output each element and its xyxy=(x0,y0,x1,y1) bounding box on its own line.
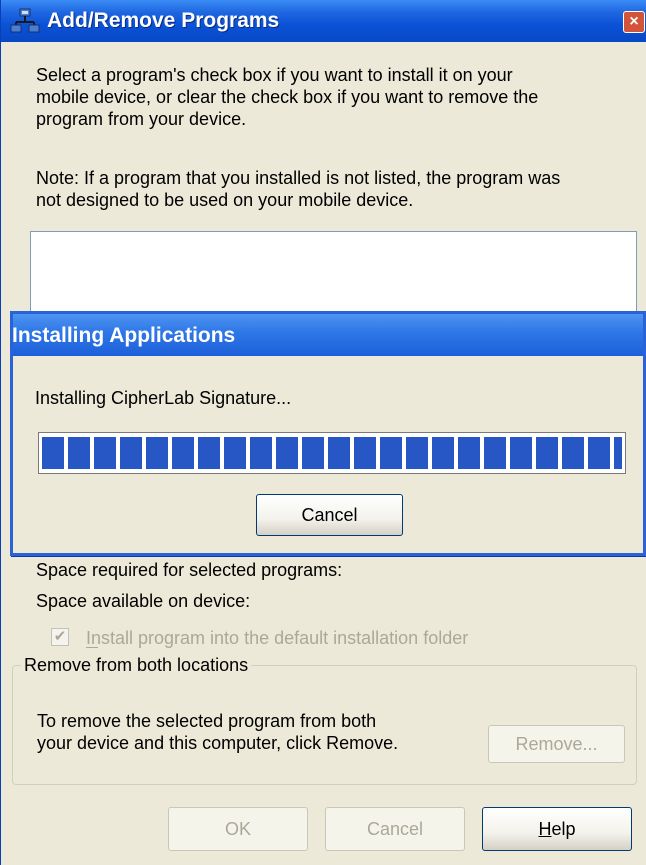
remove-button[interactable]: Remove... xyxy=(488,725,625,763)
remove-instruction-line-2: your device and this computer, click Rem… xyxy=(37,733,399,753)
instruction-line-1: Select a program's check box if you want… xyxy=(36,65,513,85)
cancel-button[interactable]: Cancel xyxy=(325,807,465,851)
remove-instruction-line-1: To remove the selected program from both xyxy=(37,711,377,731)
help-button[interactable]: Help xyxy=(482,807,632,851)
install-default-label: Install program into the default install… xyxy=(86,628,469,648)
close-button[interactable]: × xyxy=(623,11,645,33)
install-default-checkbox[interactable]: ✔ xyxy=(51,628,69,646)
instruction-line-2: mobile device, or clear the check box if… xyxy=(36,87,539,107)
program-list[interactable] xyxy=(30,231,637,321)
install-status-text: Installing CipherLab Signature... xyxy=(35,388,292,408)
remove-group-legend: Remove from both locations xyxy=(21,654,252,676)
installing-applications-dialog: Installing Applications Installing Ciphe… xyxy=(10,311,646,556)
progress-dialog-title: Installing Applications xyxy=(12,324,236,347)
window-title: Add/Remove Programs xyxy=(47,9,280,32)
progress-title-bar[interactable]: Installing Applications xyxy=(12,314,643,356)
progress-bar xyxy=(38,432,626,474)
progress-bar-fill xyxy=(42,437,622,469)
note-line-2: not designed to be used on your mobile d… xyxy=(36,190,414,210)
ok-button[interactable]: OK xyxy=(168,807,308,851)
note-line-1: Note: If a program that you installed is… xyxy=(36,168,561,188)
title-bar[interactable]: Add/Remove Programs × xyxy=(1,0,646,42)
progress-cancel-button[interactable]: Cancel xyxy=(256,494,403,536)
space-available-label: Space available on device: xyxy=(36,591,251,611)
network-computers-icon xyxy=(10,8,40,33)
install-default-mnemonic xyxy=(86,647,98,648)
instruction-line-3: program from your device. xyxy=(36,109,247,129)
space-required-label: Space required for selected programs: xyxy=(36,560,343,580)
